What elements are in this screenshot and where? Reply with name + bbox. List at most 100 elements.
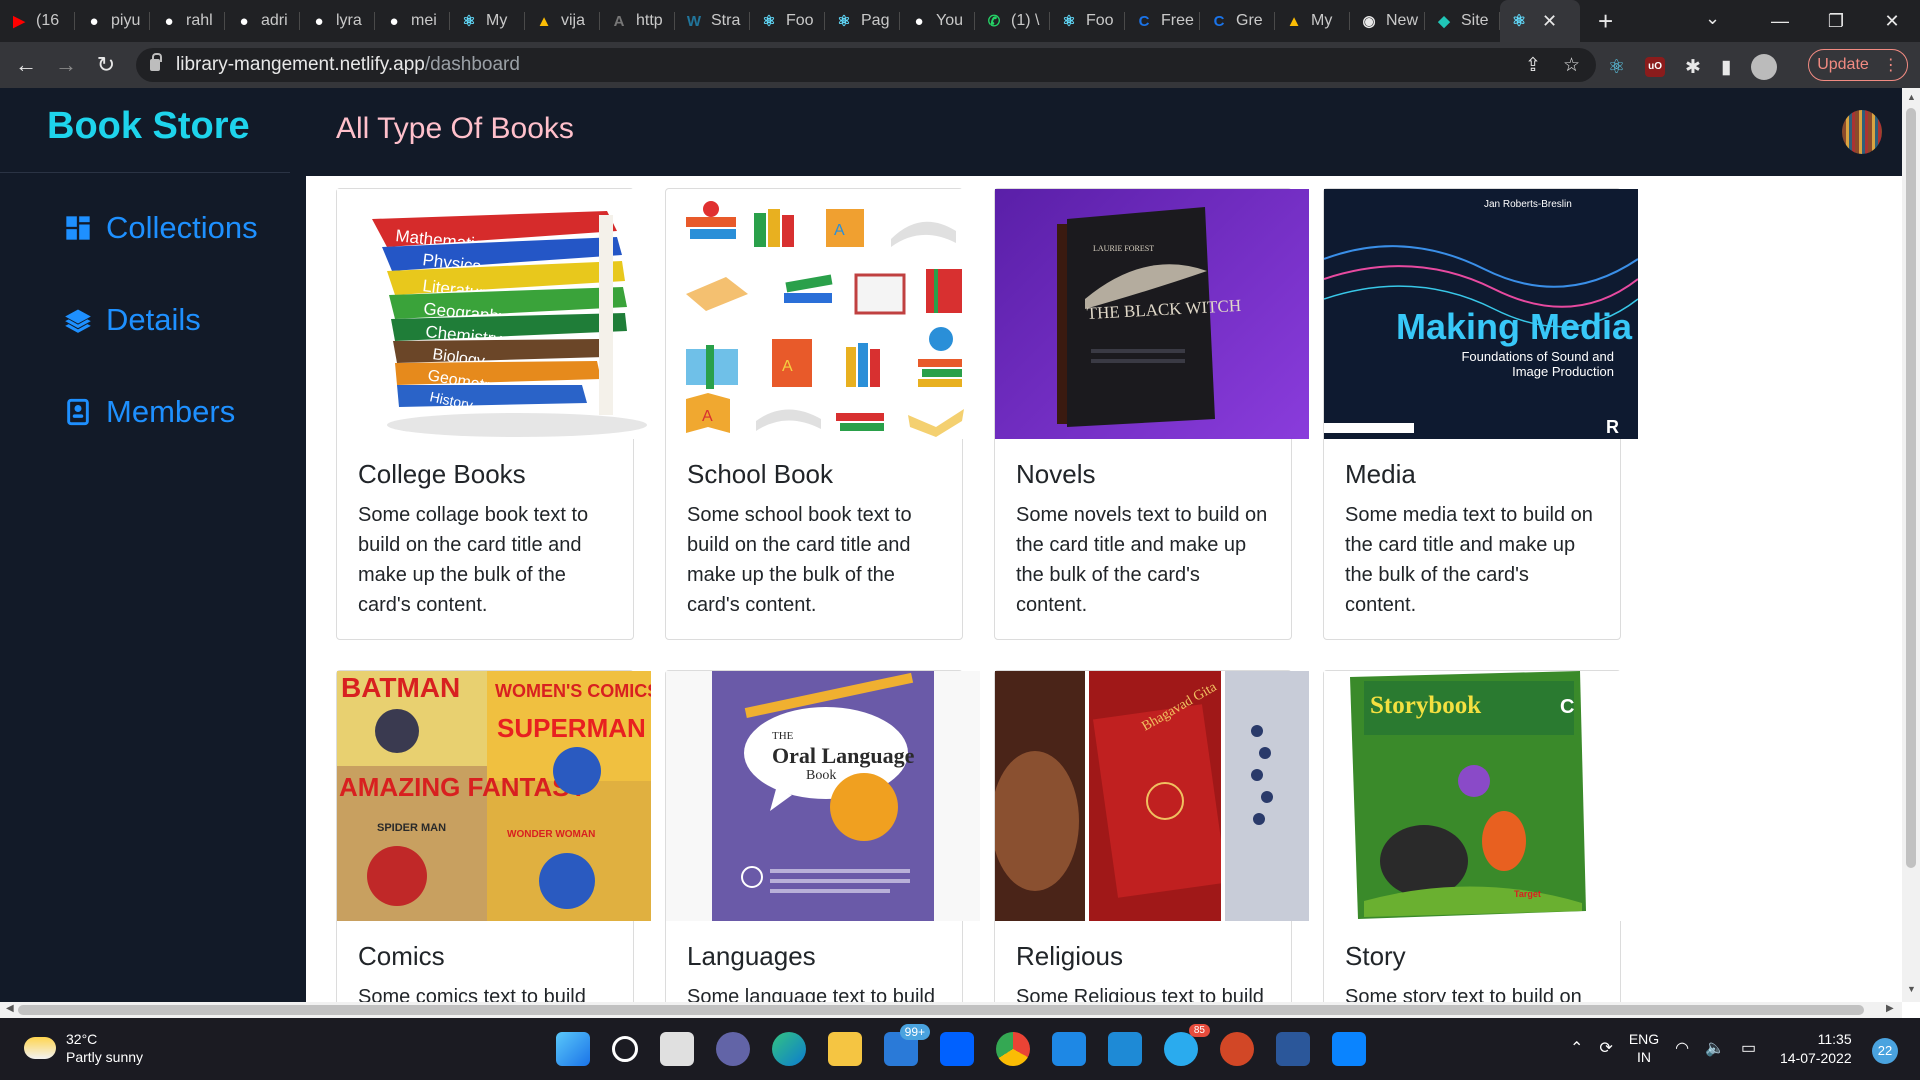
- extensions-puzzle-icon[interactable]: ✱: [1685, 56, 1701, 79]
- vertical-scroll-thumb[interactable]: [1906, 108, 1916, 868]
- browser-tab[interactable]: ● You: [900, 0, 975, 42]
- active-tab[interactable]: ⚛ ✕: [1500, 0, 1580, 42]
- browser-tab[interactable]: ⚛ Pag: [825, 0, 900, 42]
- browser-tab[interactable]: ● rahl: [150, 0, 225, 42]
- react-devtools-icon[interactable]: ⚛: [1608, 56, 1625, 79]
- ublock-icon[interactable]: uO: [1645, 57, 1666, 77]
- novel-author-text: LAURIE FOREST: [1093, 244, 1154, 253]
- browser-tab[interactable]: Ahttp: [600, 0, 675, 42]
- horizontal-scroll-thumb[interactable]: [18, 1005, 1864, 1015]
- tab-label: Foo: [1086, 12, 1114, 29]
- svg-text:A: A: [834, 222, 845, 239]
- card-religious[interactable]: Bhagavad Gita Religious Some Religious t…: [994, 670, 1309, 1002]
- browser-tab[interactable]: ● adri: [225, 0, 300, 42]
- oral-language-book-image: THE Oral Language Book: [666, 671, 980, 921]
- browser-tab[interactable]: ⚛ Foo: [1050, 0, 1125, 42]
- share-icon[interactable]: ⇪: [1525, 54, 1541, 77]
- address-bar[interactable]: library-mangement.netlify.app/dashboard …: [136, 48, 1596, 82]
- browser-tab[interactable]: W Stra: [675, 0, 750, 42]
- mail-icon[interactable]: 99+: [884, 1024, 930, 1066]
- card-languages[interactable]: THE Oral Language Book Languages Some la…: [665, 670, 980, 1002]
- browser-tab[interactable]: ● lyra: [300, 0, 375, 42]
- battery-icon[interactable]: ▭: [1741, 1038, 1756, 1058]
- sidebar-item-label: Members: [106, 394, 236, 429]
- url-path: /dashboard: [424, 54, 520, 75]
- minimize-button[interactable]: —: [1752, 11, 1808, 32]
- powerpoint-icon[interactable]: [1220, 1032, 1254, 1066]
- browser-tab[interactable]: ⚛ Foo: [750, 0, 825, 42]
- sync-icon[interactable]: ⟳: [1599, 1038, 1612, 1058]
- browser-tab[interactable]: ◉ New: [1350, 0, 1425, 42]
- sidebar-item-details[interactable]: Details: [64, 302, 201, 338]
- card-college-books[interactable]: Mathematics Physics Literature Geography…: [336, 188, 651, 640]
- tab-label: piyu: [111, 12, 141, 29]
- side-panel-icon[interactable]: ▮: [1721, 56, 1731, 79]
- update-button[interactable]: Update ⋮: [1808, 49, 1908, 81]
- edge-icon[interactable]: [772, 1032, 806, 1066]
- telegram-icon[interactable]: 85: [1164, 1024, 1210, 1066]
- new-tab-button[interactable]: +: [1598, 6, 1613, 37]
- publisher-logo-text: R: [1606, 417, 1619, 437]
- card-novels[interactable]: LAURIE FOREST THE BLACK WITCH Novels Som…: [994, 188, 1309, 640]
- chevron-up-icon[interactable]: ⌃: [1570, 1038, 1583, 1058]
- weather-widget[interactable]: 32°C Partly sunny: [24, 1030, 143, 1066]
- task-view-icon[interactable]: [660, 1032, 694, 1066]
- reload-button[interactable]: ↻: [86, 52, 126, 78]
- photos-icon[interactable]: [1332, 1032, 1366, 1066]
- language-indicator[interactable]: ENG IN: [1629, 1030, 1659, 1066]
- media-player-icon[interactable]: [1052, 1032, 1086, 1066]
- volume-icon[interactable]: 🔈: [1705, 1038, 1725, 1058]
- forward-button[interactable]: →: [46, 52, 86, 78]
- tab-search-chevron-icon[interactable]: ⌄: [1705, 8, 1720, 29]
- clock[interactable]: 11:35 14-07-2022: [1780, 1030, 1852, 1068]
- start-windows-icon[interactable]: [556, 1032, 590, 1066]
- sidebar-item-collections[interactable]: Collections: [64, 210, 258, 246]
- github-icon: ●: [239, 12, 249, 30]
- browser-tab[interactable]: ✆ (1) \: [975, 0, 1050, 42]
- user-avatar[interactable]: [1842, 110, 1882, 154]
- browser-tab[interactable]: C Free: [1125, 0, 1200, 42]
- browser-tab[interactable]: ▶ (16: [0, 0, 75, 42]
- browser-tab[interactable]: ▲ My: [1275, 0, 1350, 42]
- brand-logo-text[interactable]: Book Store: [47, 105, 250, 148]
- browser-tab[interactable]: ● mei: [375, 0, 450, 42]
- sidebar-item-members[interactable]: Members: [64, 394, 235, 430]
- dropbox-icon[interactable]: [940, 1032, 974, 1066]
- browser-tab[interactable]: ● piyu: [75, 0, 150, 42]
- browser-tab[interactable]: ⚛ My: [450, 0, 525, 42]
- github-icon: ●: [89, 12, 99, 30]
- teams-chat-icon[interactable]: [716, 1032, 750, 1066]
- lock-icon[interactable]: [150, 53, 162, 71]
- close-tab-icon[interactable]: ✕: [1542, 11, 1557, 32]
- scroll-up-arrow-icon[interactable]: ▲: [1907, 92, 1916, 102]
- wifi-icon[interactable]: ◠: [1675, 1038, 1689, 1058]
- profile-avatar[interactable]: [1751, 54, 1778, 80]
- file-explorer-icon[interactable]: [828, 1032, 862, 1066]
- tab-label: My: [1311, 12, 1333, 29]
- chrome-icon[interactable]: [996, 1032, 1030, 1066]
- card-school-book[interactable]: A A A School Book Some school book text …: [665, 188, 976, 640]
- scroll-down-arrow-icon[interactable]: ▼: [1907, 984, 1916, 994]
- card-text: Some comics text to build: [358, 986, 586, 1002]
- scroll-left-arrow-icon[interactable]: ◀: [6, 1003, 14, 1014]
- word-icon[interactable]: [1276, 1032, 1310, 1066]
- vertical-scrollbar[interactable]: ▲ ▼: [1902, 88, 1920, 1002]
- restore-button[interactable]: ❐: [1808, 11, 1864, 32]
- vscode-icon[interactable]: [1108, 1032, 1142, 1066]
- card-media[interactable]: Jan Roberts-Breslin Making Media Foundat…: [1323, 188, 1638, 640]
- github-icon: ●: [164, 12, 174, 30]
- browser-tab[interactable]: ▲ vija: [525, 0, 600, 42]
- url-host: library-mangement.netlify.app: [176, 54, 425, 75]
- back-button[interactable]: ←: [6, 52, 46, 78]
- close-window-button[interactable]: ✕: [1864, 11, 1920, 32]
- card-story[interactable]: Storybook C Target Story Some story text…: [1323, 670, 1638, 1002]
- bookmark-star-icon[interactable]: ☆: [1563, 54, 1580, 77]
- notification-count[interactable]: 22: [1872, 1038, 1898, 1064]
- browser-tab[interactable]: C Gre: [1200, 0, 1275, 42]
- search-icon[interactable]: [612, 1036, 638, 1062]
- horizontal-scrollbar[interactable]: ◀ ▶: [0, 1002, 1902, 1018]
- scroll-right-arrow-icon[interactable]: ▶: [1886, 1003, 1894, 1014]
- sidebar-item-label: Collections: [106, 210, 258, 245]
- browser-tab[interactable]: ◆ Site: [1425, 0, 1500, 42]
- card-comics[interactable]: BATMAN WOMEN'S COMICS SUPERMAN AMAZING F…: [336, 670, 651, 1002]
